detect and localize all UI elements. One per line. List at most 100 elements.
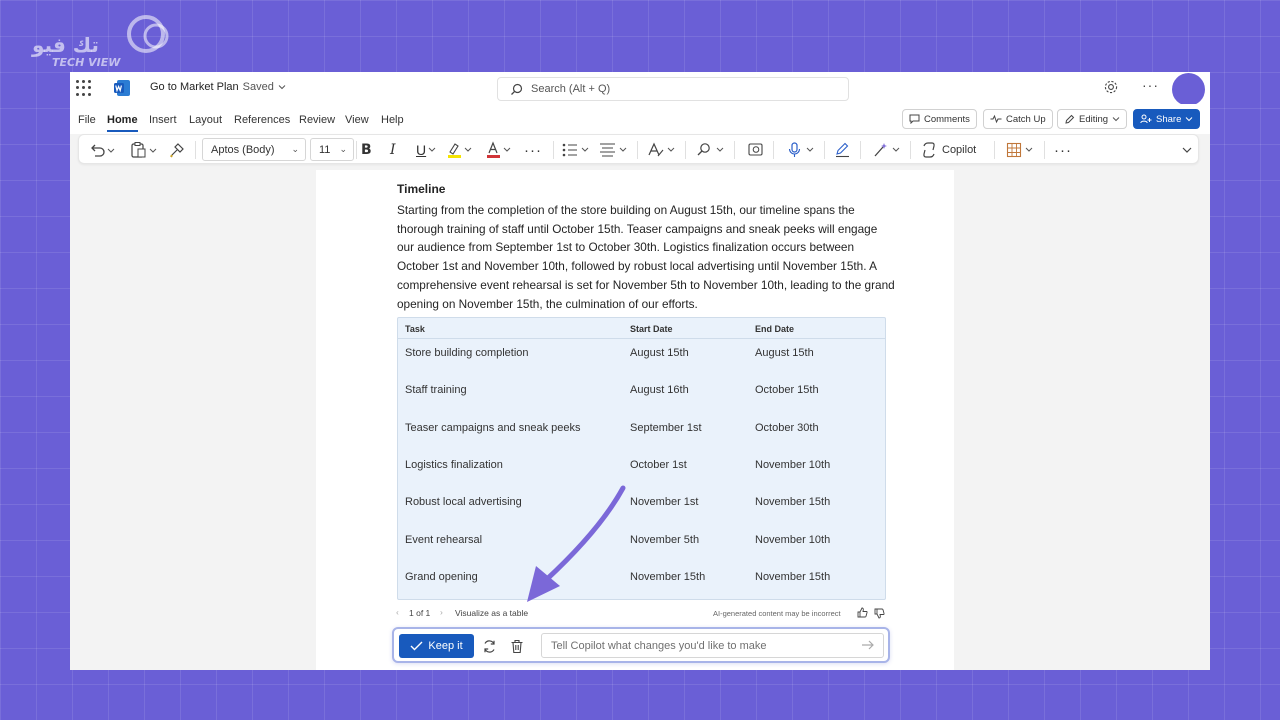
logo-latin-text: TECH VIEW [52,56,121,69]
chevron-left-icon[interactable]: ‹ [396,607,399,617]
table-grid-icon [1006,142,1033,158]
editing-label: Editing [1079,113,1109,125]
bullets-button[interactable] [561,141,591,159]
chevron-right-icon[interactable]: › [440,607,443,617]
ribbon-divider [910,141,911,159]
keep-it-label: Keep it [428,640,463,652]
ribbon-divider [824,141,825,159]
avatar[interactable] [1172,73,1205,106]
tab-references[interactable]: References [234,114,290,126]
ribbon-divider [773,141,774,159]
paste-button[interactable] [130,141,158,159]
underline-button[interactable]: U [416,141,438,159]
thumbs-down-icon[interactable] [874,608,885,621]
editing-mode-button[interactable]: Editing [1057,109,1128,129]
comments-label: Comments [924,113,970,125]
format-painter-icon [170,143,184,158]
copilot-label: Copilot [942,144,977,156]
document-page[interactable]: Timeline Starting from the completion of… [316,170,954,670]
more-font-options-icon[interactable]: ··· [524,141,542,159]
column-header-task: Task [405,324,425,334]
alignment-button[interactable] [599,141,629,159]
designer-button[interactable] [872,141,902,159]
thumbs-up-icon[interactable] [857,607,868,620]
end-date-cell: October 30th [755,422,819,434]
ribbon-divider [994,141,995,159]
task-cell: Logistics finalization [405,459,503,471]
font-size-dropdown[interactable]: 11 ⌄ [310,138,354,161]
clipboard-icon [131,142,157,158]
tab-view[interactable]: View [345,114,369,126]
tab-help[interactable]: Help [381,114,404,126]
table-options-button[interactable] [1006,141,1036,159]
ribbon-divider [860,141,861,159]
chevron-down-icon: ⌄ [339,144,347,154]
editor-button[interactable] [834,141,852,159]
highlighter-icon [448,143,472,158]
regenerate-button[interactable] [479,636,499,656]
start-date-cell: August 16th [630,384,689,396]
more-commands-icon[interactable]: ··· [1054,141,1072,159]
end-date-cell: November 15th [755,571,831,583]
keep-it-button[interactable]: Keep it [399,634,474,658]
end-date-cell: November 15th [755,496,831,508]
italic-button[interactable]: I [390,141,396,159]
tab-insert[interactable]: Insert [149,114,177,126]
word-logo-icon [113,79,131,97]
copilot-button[interactable]: Copilot [921,141,976,159]
share-label: Share [1156,113,1182,125]
catch-up-button[interactable]: Catch Up [983,109,1053,129]
save-status: Saved [242,81,274,93]
task-cell: Grand opening [405,571,478,583]
menu-bar: File Home Insert Layout References Revie… [70,104,1210,134]
app-launcher-icon[interactable] [76,80,92,96]
copilot-result-footer: ‹ 1 of 1 › Visualize as a table AI-gener… [396,607,886,621]
gear-icon[interactable] [1103,79,1119,95]
dictate-button[interactable] [786,141,816,159]
highlight-button[interactable] [446,141,474,159]
styles-button[interactable] [647,141,677,159]
tab-file[interactable]: File [78,114,96,126]
find-button[interactable] [696,141,726,159]
chevron-down-icon [428,147,436,152]
comments-button[interactable]: Comments [902,109,977,129]
search-input[interactable]: Search (Alt + Q) [497,77,849,101]
document-title[interactable]: Go to Market Plan Saved [150,81,286,93]
reuse-files-button[interactable] [747,141,765,159]
timeline-table[interactable]: Task Start Date End Date Store building … [397,317,886,600]
pencil-icon [1065,114,1075,124]
end-date-cell: October 15th [755,384,819,396]
chevron-down-icon [1182,147,1192,153]
tab-layout[interactable]: Layout [189,114,222,126]
ribbon-toolbar: Aptos (Body) ⌄ 11 ⌄ B I U ··· Copilot ··… [78,134,1199,164]
start-date-cell: November 15th [630,571,706,583]
tab-review[interactable]: Review [299,114,335,126]
techview-logo: تك فيو TECH VIEW [28,14,183,72]
start-date-cell: November 5th [630,534,700,546]
font-family-dropdown[interactable]: Aptos (Body) ⌄ [202,138,306,161]
table-row: Store building completion August 15th Au… [398,347,885,384]
format-painter-button[interactable] [169,141,185,159]
more-options-icon[interactable]: ··· [1142,77,1159,93]
chevron-down-icon [1186,117,1193,122]
task-cell: Store building completion [405,347,529,359]
visualize-as-table-link[interactable]: Visualize as a table [455,608,528,618]
tab-home[interactable]: Home [107,114,138,132]
ribbon-divider [1044,141,1045,159]
expand-ribbon-button[interactable] [1181,141,1193,159]
bullet-list-icon [562,143,589,157]
undo-button[interactable] [89,141,115,159]
share-people-icon [1140,114,1152,124]
discard-button[interactable] [507,636,527,656]
bold-button[interactable]: B [361,141,372,159]
table-row: Robust local advertising November 1st No… [398,496,885,533]
font-color-button[interactable] [485,141,513,159]
copilot-prompt-input[interactable]: Tell Copilot what changes you'd like to … [541,633,884,658]
send-arrow-icon[interactable] [861,639,875,654]
table-row: Event rehearsal November 5th November 10… [398,534,885,571]
checkmark-icon [410,641,423,651]
share-button[interactable]: Share [1133,109,1201,129]
find-icon [697,143,724,156]
table-row: Grand opening November 15th November 15t… [398,571,885,608]
end-date-cell: November 10th [755,459,831,471]
